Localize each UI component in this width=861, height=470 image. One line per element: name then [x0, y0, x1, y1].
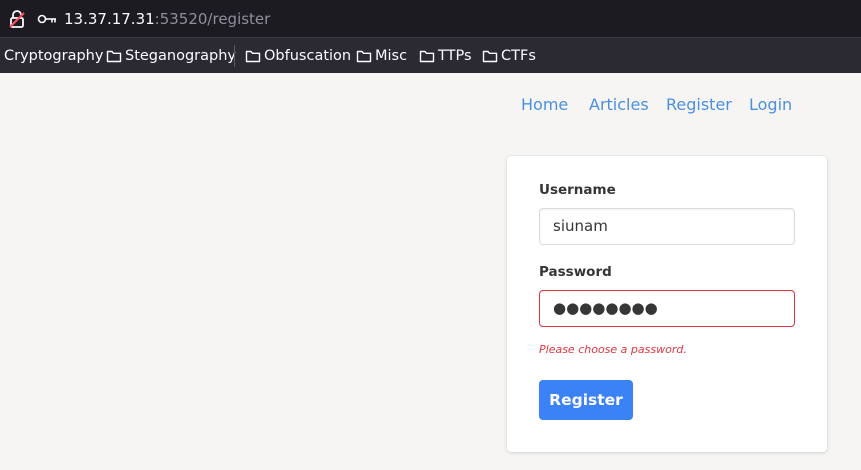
url-bar[interactable]: 13.37.17.31:53520/register: [0, 0, 861, 37]
folder-icon: [245, 50, 261, 63]
username-label: Username: [539, 182, 616, 198]
bookmark-folder-obfuscation[interactable]: Obfuscation: [245, 47, 351, 65]
bookmark-folder-ttps[interactable]: TTPs: [419, 47, 472, 65]
bookmark-folder-misc[interactable]: Misc: [356, 47, 407, 65]
bookmark-label: Cryptography: [4, 48, 104, 64]
nav-articles-link[interactable]: Articles: [589, 95, 649, 115]
bookmark-cryptography[interactable]: Cryptography: [4, 47, 103, 65]
url-path: :53520/register: [154, 10, 271, 28]
nav-home-link[interactable]: Home: [521, 95, 568, 115]
bookmark-label: Obfuscation: [264, 48, 352, 64]
lock-warning-icon[interactable]: [8, 9, 26, 29]
folder-icon: [482, 50, 498, 63]
password-input[interactable]: ●●●●●●●●: [539, 290, 795, 327]
bookmark-folder-steganography[interactable]: Steganography: [106, 47, 236, 65]
folder-icon: [106, 50, 122, 63]
folder-icon: [356, 50, 372, 63]
url-host: 13.37.17.31: [64, 10, 155, 28]
bookmark-separator: [234, 45, 235, 67]
key-icon[interactable]: [37, 12, 57, 26]
url-text[interactable]: 13.37.17.31:53520/register: [64, 10, 270, 28]
folder-icon: [419, 50, 435, 63]
bookmarks-toolbar: Cryptography Steganography Obfuscation M…: [0, 37, 861, 73]
nav-login-link[interactable]: Login: [749, 95, 792, 115]
bookmark-folder-ctfs[interactable]: CTFs: [482, 47, 536, 65]
bookmark-label: Steganography: [125, 48, 236, 64]
username-input[interactable]: siunam: [539, 208, 795, 245]
bookmark-label: Misc: [375, 48, 408, 64]
register-button[interactable]: Register: [539, 380, 633, 420]
bookmark-label: CTFs: [501, 48, 536, 64]
register-form-card: Username siunam Password ●●●●●●●● Please…: [507, 156, 827, 452]
nav-register-link[interactable]: Register: [666, 95, 732, 115]
bookmark-label: TTPs: [438, 48, 472, 64]
password-label: Password: [539, 264, 612, 280]
password-error-message: Please choose a password.: [539, 343, 687, 356]
